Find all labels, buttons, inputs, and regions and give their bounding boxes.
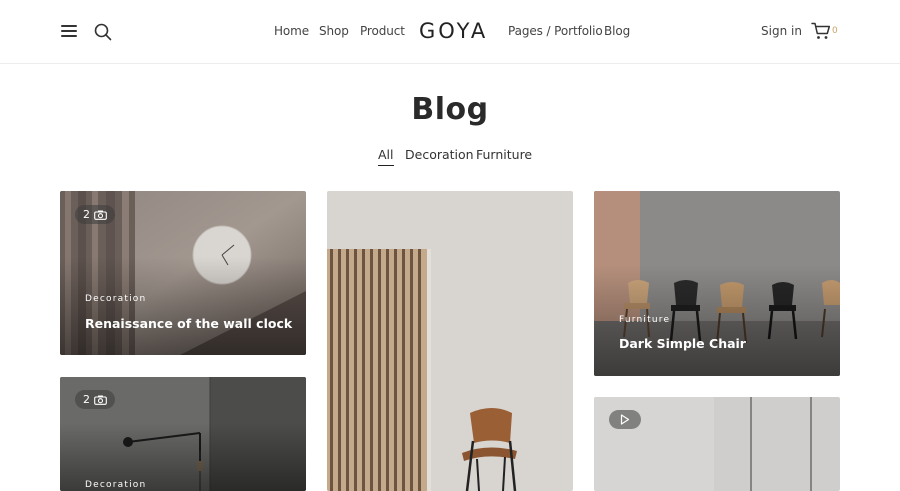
camera-icon: [94, 395, 107, 405]
card-gradient: [60, 256, 306, 355]
blog-card-video[interactable]: [594, 397, 840, 491]
nav-blog[interactable]: Blog: [604, 24, 630, 38]
video-badge[interactable]: [609, 410, 641, 429]
play-icon: [620, 414, 630, 425]
card-category: Decoration: [85, 480, 147, 490]
site-logo[interactable]: GOYA: [419, 19, 488, 43]
card-title[interactable]: Renaissance of the wall clock: [85, 316, 292, 331]
sign-in-link[interactable]: Sign in: [761, 24, 802, 38]
slatted-wall-chair-image: [327, 191, 573, 491]
filter-decoration[interactable]: Decoration: [405, 147, 474, 162]
nav-home[interactable]: Home: [274, 24, 309, 38]
card-title[interactable]: Dark Simple Chair: [619, 336, 746, 351]
gallery-count: 2: [83, 393, 90, 406]
blog-card-slatted-wall[interactable]: [327, 191, 573, 491]
gallery-count: 2: [83, 208, 90, 221]
nav-pages-portfolio[interactable]: Pages / Portfolio: [508, 24, 603, 38]
filter-furniture[interactable]: Furniture: [476, 147, 532, 162]
card-category: Decoration: [85, 294, 147, 304]
page-title: Blog: [411, 92, 489, 127]
shopping-cart-icon[interactable]: [811, 22, 831, 40]
gallery-badge: 2: [75, 390, 115, 409]
filter-all[interactable]: All: [378, 147, 394, 166]
blog-card-lamp[interactable]: 2 Decoration: [60, 377, 306, 491]
gallery-badge: 2: [75, 205, 115, 224]
site-header: Home Shop Product GOYA Pages / Portfolio…: [0, 0, 900, 64]
camera-icon: [94, 210, 107, 220]
cart-count-badge: 0: [832, 26, 838, 36]
nav-product[interactable]: Product: [360, 24, 405, 38]
hamburger-menu-icon[interactable]: [61, 25, 77, 39]
card-category: Furniture: [619, 315, 671, 325]
nav-shop[interactable]: Shop: [319, 24, 349, 38]
search-icon[interactable]: [94, 23, 112, 41]
blog-card-wall-clock[interactable]: 2 Decoration Renaissance of the wall clo…: [60, 191, 306, 355]
blog-card-dark-chair[interactable]: Furniture Dark Simple Chair: [594, 191, 840, 376]
